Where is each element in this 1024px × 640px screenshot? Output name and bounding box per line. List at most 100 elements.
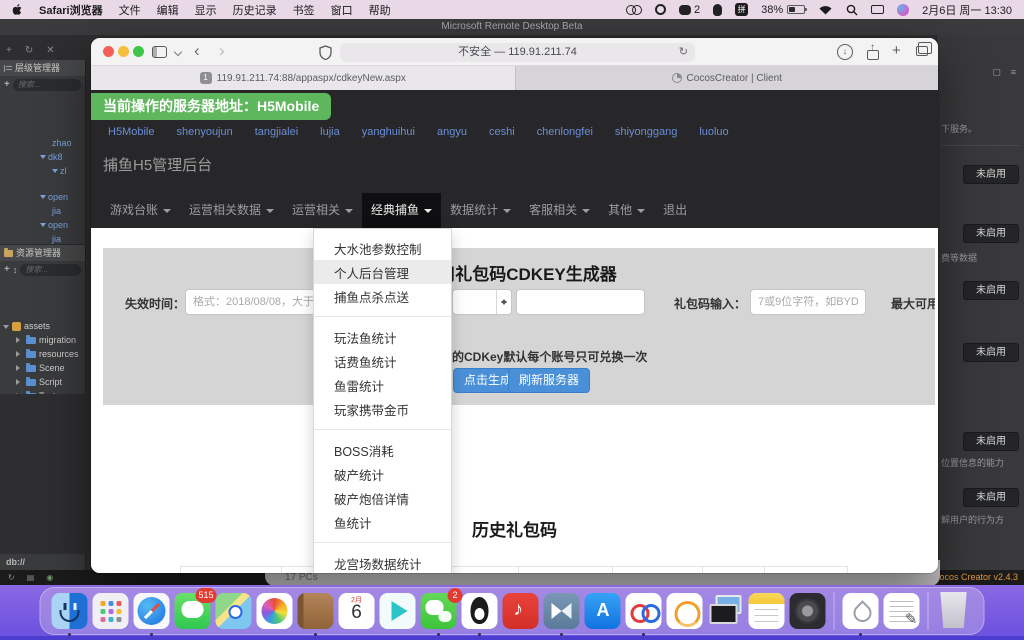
statusbar-console-icon[interactable]: ▤: [27, 573, 35, 582]
assets-search-input[interactable]: 搜索...: [20, 264, 81, 276]
menubar-item[interactable]: 显示: [195, 2, 217, 18]
dropdown-item[interactable]: 鱼统计: [314, 510, 451, 534]
input-method-icon[interactable]: 拼: [735, 3, 748, 16]
hierarchy-node-open[interactable]: open: [0, 218, 85, 232]
hierarchy-node-open[interactable]: open: [0, 190, 85, 204]
control-center-icon[interactable]: [871, 5, 884, 14]
dock-app-store-icon[interactable]: [584, 592, 622, 630]
sidebar-toggle-icon[interactable]: [152, 46, 167, 58]
not-enabled-badge[interactable]: 未启用: [963, 281, 1019, 300]
forward-button[interactable]: ›: [219, 41, 225, 61]
tab-cocos-client[interactable]: CocosCreator | Client: [515, 66, 939, 90]
reload-icon[interactable]: ↻: [679, 43, 688, 62]
tab-overview-icon[interactable]: [916, 46, 928, 56]
server-link-chenlongfei[interactable]: chenlongfei: [537, 126, 593, 138]
dock-notes-icon[interactable]: [748, 592, 786, 630]
dropdown-item[interactable]: 鱼雷统计: [314, 373, 451, 397]
apple-logo-icon[interactable]: [12, 3, 23, 16]
asset-node-assets[interactable]: assets: [0, 319, 85, 333]
nav-item-数据统计[interactable]: 数据统计: [441, 193, 520, 228]
tab-hierarchy[interactable]: 层级管理器: [0, 60, 85, 76]
expand-arrow-icon[interactable]: [40, 155, 46, 162]
dock-red-blue-rings-app-icon[interactable]: [625, 592, 663, 630]
dock-contacts-icon[interactable]: [297, 592, 335, 630]
downloads-icon[interactable]: ↓: [837, 44, 853, 60]
dropdown-item[interactable]: BOSS消耗: [314, 438, 451, 462]
dropdown-item[interactable]: 龙宫场数据统计: [314, 551, 451, 573]
dock-launchpad-icon[interactable]: [92, 592, 130, 630]
not-enabled-badge[interactable]: 未启用: [963, 432, 1019, 451]
refresh-server-button[interactable]: 刷新服务器: [508, 368, 590, 393]
asset-node-Script[interactable]: Script: [0, 375, 85, 389]
dock-textedit-icon[interactable]: [883, 592, 921, 630]
wechat-status-item[interactable]: 2: [679, 4, 700, 16]
expand-arrow-icon[interactable]: [16, 337, 23, 343]
nav-item-运营相关[interactable]: 运营相关: [283, 193, 362, 228]
zoom-window-button[interactable]: [133, 46, 144, 57]
dock-finder-icon[interactable]: [51, 592, 89, 630]
asset-node-Scene[interactable]: Scene: [0, 361, 85, 375]
dropdown-item[interactable]: 破产统计: [314, 462, 451, 486]
hierarchy-node-zhao[interactable]: zhao: [0, 136, 85, 150]
not-enabled-badge[interactable]: 未启用: [963, 224, 1019, 243]
menubar-app-name[interactable]: Safari浏览器: [39, 2, 103, 18]
server-link-luoluo[interactable]: luoluo: [699, 126, 728, 138]
hierarchy-node-jia[interactable]: jia: [0, 232, 85, 244]
dropdown-item[interactable]: 破产炮倍详情: [314, 486, 451, 510]
new-tab-button[interactable]: +: [892, 42, 901, 59]
dock-displays-icon[interactable]: [707, 592, 745, 630]
server-link-shenyoujun[interactable]: shenyoujun: [176, 126, 232, 138]
dropdown-item[interactable]: 捕鱼点杀点送: [314, 284, 451, 308]
dock-water-drop-app-icon[interactable]: [842, 592, 880, 630]
dock-trash-icon[interactable]: [936, 592, 974, 630]
server-link-tangjialei[interactable]: tangjialei: [255, 126, 298, 138]
server-link-yanghuihui[interactable]: yanghuihui: [362, 126, 415, 138]
cocos-close-icon[interactable]: ✕: [46, 45, 54, 56]
server-link-H5Mobile[interactable]: H5Mobile: [108, 126, 154, 138]
menubar-item[interactable]: 编辑: [157, 2, 179, 18]
panel-popout-icon[interactable]: ▢: [992, 67, 1001, 78]
expand-arrow-icon[interactable]: [40, 223, 46, 230]
hierarchy-search-input[interactable]: 搜索...: [13, 79, 81, 91]
expand-arrow-icon[interactable]: [16, 379, 23, 385]
wifi-icon[interactable]: [818, 4, 833, 15]
minimize-window-button[interactable]: [118, 46, 129, 57]
server-link-angyu[interactable]: angyu: [437, 126, 467, 138]
tab-cdkey-page[interactable]: 1 119.91.211.74:88/appaspx/cdkeyNew.aspx: [91, 66, 515, 90]
nav-item-其他[interactable]: 其他: [599, 193, 654, 228]
giftcode-input[interactable]: [750, 289, 866, 315]
asset-node-Texture[interactable]: Texture: [0, 389, 85, 394]
asset-node-migration[interactable]: migration: [0, 333, 85, 347]
dock-maps-icon[interactable]: [215, 592, 253, 630]
close-window-button[interactable]: [103, 46, 114, 57]
hierarchy-node-jia[interactable]: jia: [0, 204, 85, 218]
server-link-shiyonggang[interactable]: shiyonggang: [615, 126, 677, 138]
spotlight-search-icon[interactable]: [846, 4, 858, 16]
nav-item-退出[interactable]: 退出: [654, 193, 696, 228]
panel-menu-icon[interactable]: ≡: [1011, 67, 1016, 78]
dropdown-item[interactable]: 玩家携带金币: [314, 397, 451, 421]
menubar-item[interactable]: 窗口: [331, 2, 353, 18]
expand-arrow-icon[interactable]: [16, 393, 23, 394]
nav-item-游戏台账[interactable]: 游戏台账: [101, 193, 180, 228]
server-link-lujia[interactable]: lujia: [320, 126, 340, 138]
dock-wechat-icon[interactable]: 2: [420, 592, 458, 630]
not-enabled-badge[interactable]: 未启用: [963, 343, 1019, 362]
nav-item-客服相关[interactable]: 客服相关: [520, 193, 599, 228]
chevron-down-icon[interactable]: [174, 48, 182, 56]
expand-arrow-icon[interactable]: [3, 325, 9, 332]
url-address-bar[interactable]: 不安全 — 119.91.211.74 ↻: [340, 43, 695, 62]
dock-netease-music-icon[interactable]: [502, 592, 540, 630]
dropdown-item[interactable]: 个人后台管理: [314, 260, 451, 284]
dock-orange-ring-app-icon[interactable]: [666, 592, 704, 630]
dropdown-item[interactable]: 话费鱼统计: [314, 349, 451, 373]
assets-add-button[interactable]: +: [4, 265, 10, 275]
back-button[interactable]: ‹: [194, 41, 200, 61]
menubar-item[interactable]: 帮助: [369, 2, 391, 18]
menubar-item[interactable]: 历史记录: [233, 2, 277, 18]
dock-qq-icon[interactable]: [461, 592, 499, 630]
statusbar-refresh-icon[interactable]: ↻: [8, 573, 15, 582]
not-enabled-badge[interactable]: 未启用: [963, 165, 1019, 184]
expand-arrow-icon[interactable]: [16, 351, 23, 357]
asset-node-resources[interactable]: resources: [0, 347, 85, 361]
